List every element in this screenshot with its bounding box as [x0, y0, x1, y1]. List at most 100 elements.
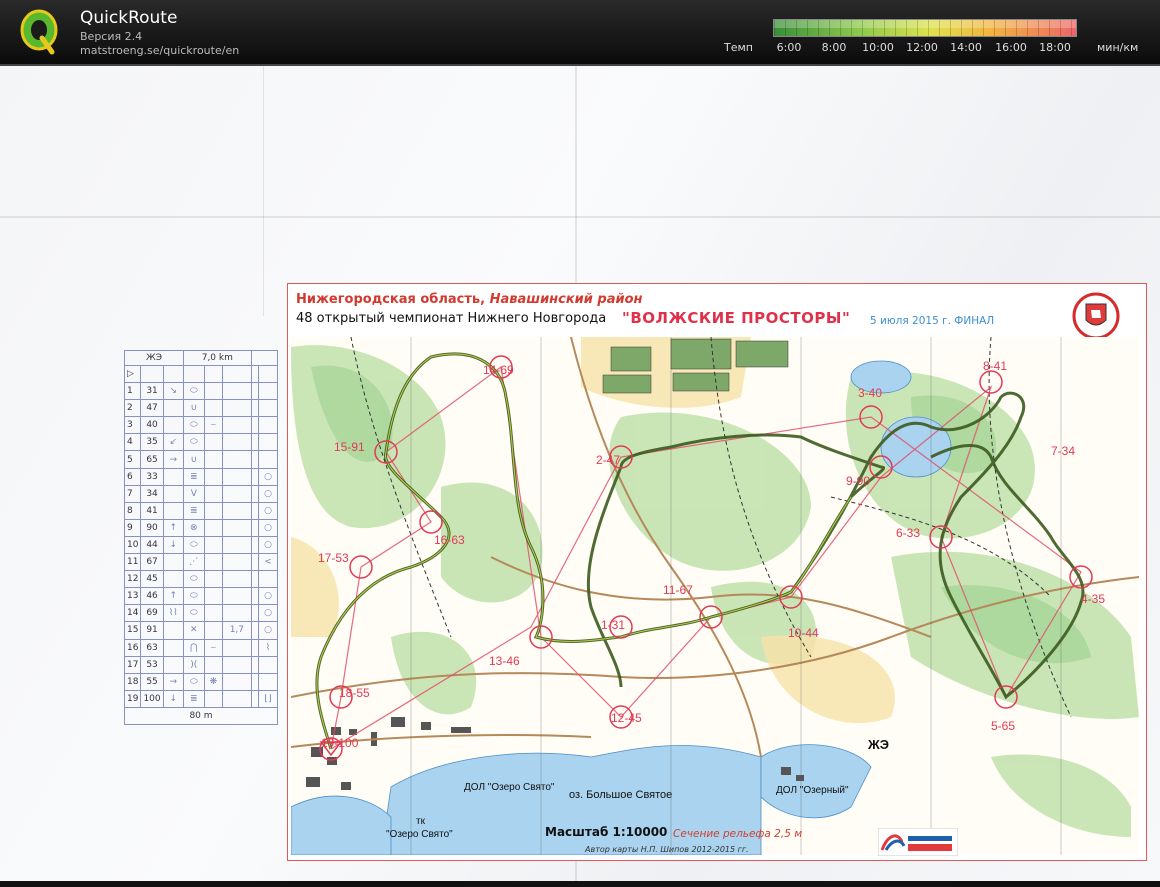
desc-cell-g: ⌇: [258, 638, 278, 657]
desc-cell-n: 15: [123, 621, 142, 640]
control-description-sheet: ЖЭ 7,0 km ▷ 1 31 ↘ ⬭ 2 47 ∪ 3 40 ⬭ ⌣ 4 35 ↙ ⬭ 5 65 → ∪ 6 33 ≣…: [123, 350, 279, 725]
desc-cell-e: [203, 535, 224, 555]
desc-row: 1 31 ↘ ⬭: [123, 382, 278, 401]
desc-cell-e: [203, 553, 224, 572]
desc-cell-n: 12: [123, 570, 142, 589]
desc-row: 10 44 ↓ ⬭ ○: [123, 535, 278, 555]
paper-fold: [263, 66, 264, 316]
app-version: Версия 2.4: [80, 30, 143, 43]
group-label: ЖЭ: [867, 737, 889, 752]
desc-cell-g: ⌊⌋: [258, 689, 278, 708]
desc-cell-d: ⋂: [182, 638, 205, 657]
desc-cell-code: 31: [140, 382, 164, 401]
desc-row: 19 100 ↓ ≣ ⌊⌋: [123, 689, 278, 708]
desc-cell-d: ⬭: [182, 604, 205, 623]
pace-tick: 12:00: [906, 41, 938, 54]
desc-row: 16 63 ⋂ ⌣ ⌇: [123, 638, 278, 657]
desc-row: 6 33 ≣ ○: [123, 467, 278, 486]
pace-tick: 10:00: [862, 41, 894, 54]
desc-cell-code: 40: [140, 416, 164, 435]
contour-interval: Сечение рельефа 2,5 м: [673, 828, 803, 840]
desc-cell-f: [222, 553, 252, 572]
orienteering-map[interactable]: 1-31 2-47 3-40 4-35 5-65 6-33 7-34 8-41 …: [291, 337, 1139, 855]
desc-cell-n: 16: [123, 638, 142, 657]
desc-cell-g: [258, 655, 278, 674]
desc-cell-d: ≣: [182, 501, 205, 520]
desc-cell-code: 35: [140, 433, 164, 452]
desc-length: 7,0 km: [182, 350, 252, 366]
desc-cell-f: [222, 638, 252, 657]
svg-text:12-45: 12-45: [611, 711, 642, 725]
desc-cell-n: 8: [123, 501, 142, 520]
desc-cell-n: 2: [123, 399, 142, 418]
desc-cell-c: ⌇⌇: [162, 604, 184, 623]
desc-cell-f: [222, 672, 252, 691]
desc-row: 14 69 ⌇⌇ ⬭ ○: [123, 604, 278, 623]
desc-cell-c: [162, 416, 184, 435]
desc-cell-e: ⌣: [203, 416, 224, 435]
desc-cell-e: [203, 433, 224, 452]
svg-text:оз. Большое Святое: оз. Большое Святое: [569, 789, 672, 801]
desc-cell-code: 33: [140, 467, 164, 486]
desc-cell-d: )(: [182, 655, 205, 674]
desc-cell-e: [203, 518, 224, 537]
svg-text:3-40: 3-40: [858, 386, 882, 400]
map-author: Автор карты Н.П. Шипов 2012-2015 гг.: [585, 845, 749, 854]
desc-cell-g: [258, 672, 278, 691]
desc-cell-d: ≣: [182, 467, 205, 486]
desc-class: ЖЭ: [124, 350, 184, 366]
desc-cell-c: [162, 621, 184, 640]
desc-cell-e: [203, 570, 224, 589]
desc-cell-f: [222, 433, 252, 452]
desc-cell-code: 44: [140, 535, 164, 555]
desc-cell-e: [203, 484, 224, 503]
pace-tick: 6:00: [776, 41, 802, 54]
desc-cell-n: 1: [123, 382, 142, 401]
sponsor-logo-icon: [878, 828, 958, 856]
desc-cell-g: ○: [258, 467, 278, 486]
svg-text:4-35: 4-35: [1081, 592, 1105, 606]
svg-text:6-33: 6-33: [896, 526, 920, 540]
desc-cell-code: 90: [140, 518, 164, 537]
desc-cell-g: ○: [258, 621, 278, 640]
app-url[interactable]: matstroeng.se/quickroute/en: [80, 44, 239, 57]
desc-cell-d: ⬭: [182, 382, 205, 401]
desc-row: 3 40 ⬭ ⌣: [123, 416, 278, 435]
championship-title: 48 открытый чемпионат Нижнего Новгорода: [296, 311, 607, 326]
desc-cell-d: ⬭: [182, 535, 205, 555]
desc-cell-c: [162, 553, 184, 572]
desc-cell-code: 67: [140, 553, 164, 572]
desc-cell-g: <: [258, 553, 278, 572]
desc-cell-d: ⬭: [182, 433, 205, 452]
svg-text:тк: тк: [416, 816, 426, 827]
desc-row: 5 65 → ∪: [123, 450, 278, 469]
desc-cell-c: [162, 501, 184, 520]
svg-text:2-47: 2-47: [596, 453, 620, 467]
desc-start-symbol: ▷: [123, 364, 142, 384]
desc-cell-f: [222, 535, 252, 555]
desc-cell-d: ≣: [182, 689, 205, 708]
desc-cell-g: [258, 450, 278, 469]
desc-cell-f: [222, 501, 252, 520]
desc-cell-code: 63: [140, 638, 164, 657]
desc-cell-f: [222, 518, 252, 537]
pace-color-scale: [773, 19, 1077, 37]
map-region-title: Нижегородская область, Навашинский район: [296, 292, 643, 307]
desc-footer: 80 m: [124, 706, 278, 725]
svg-text:15-91: 15-91: [334, 440, 365, 454]
desc-cell-n: 13: [123, 587, 142, 606]
desc-cell-f: [222, 689, 252, 708]
desc-cell-d: ⬭: [182, 570, 205, 589]
desc-cell-g: [258, 382, 278, 401]
svg-text:13-46: 13-46: [489, 654, 520, 668]
desc-cell-c: ↓: [162, 535, 184, 555]
desc-cell-g: ○: [258, 587, 278, 606]
desc-cell-n: 17: [123, 655, 142, 674]
desc-cell-f: [222, 382, 252, 401]
desc-cell-code: 41: [140, 501, 164, 520]
desc-cell-n: 4: [123, 433, 142, 452]
svg-text:19-100: 19-100: [321, 736, 359, 750]
desc-cell-f: [222, 416, 252, 435]
pace-tick: 14:00: [950, 41, 982, 54]
desc-cell-code: 47: [140, 399, 164, 418]
